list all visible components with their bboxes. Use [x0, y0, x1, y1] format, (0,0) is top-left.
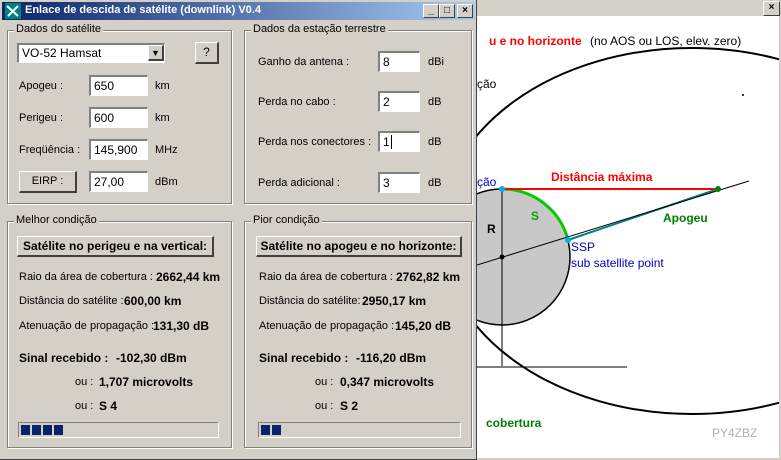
- radius-r-label: R: [487, 222, 496, 236]
- coverage-label: cobertura: [486, 416, 542, 430]
- diagram-heading-black: (no AOS ou LOS, elev. zero): [590, 34, 741, 48]
- best-condition-button[interactable]: Satélite no perigeu e na vertical:: [17, 236, 214, 257]
- gain-label: Ganho da antena :: [258, 56, 350, 68]
- cable-loss-label: Perda no cabo :: [258, 96, 336, 108]
- apogee-label: Apogeu :: [19, 80, 64, 92]
- help-button[interactable]: ?: [195, 42, 219, 64]
- main-window: Enlace de descida de satélite (downlink)…: [0, 0, 477, 460]
- worst-or1-label: ou :: [315, 376, 334, 388]
- worst-microvolts-value: 0,347 microvolts: [340, 375, 435, 389]
- diagram-heading-red: u e no horizonte: [489, 34, 582, 48]
- satellite-group-title: Dados do satélite: [14, 23, 103, 35]
- gain-input[interactable]: 8: [378, 51, 420, 72]
- earth-circle: [477, 188, 571, 326]
- extra-loss-unit: dB: [428, 177, 442, 189]
- s-meter-block: [54, 425, 63, 435]
- credit-label: PY4ZBZ: [712, 426, 757, 440]
- eirp-unit: dBm: [155, 176, 178, 188]
- apogee-label: Apogeu: [663, 211, 708, 225]
- gain-unit: dBi: [428, 56, 444, 68]
- diagram-partial-label-blue: ção: [477, 175, 497, 189]
- apogee-unit: km: [155, 80, 170, 92]
- extra-loss-label: Perda adicional :: [258, 177, 340, 189]
- cable-loss-input[interactable]: 2: [378, 91, 420, 112]
- connector-loss-input[interactable]: 1: [378, 131, 420, 152]
- diagram-partial-label: ção: [477, 77, 497, 91]
- orbit-diagram: u e no horizonte (no AOS ou LOS, elev. z…: [477, 16, 779, 458]
- frequency-label: Freqüência :: [19, 144, 81, 156]
- cable-loss-unit: dB: [428, 96, 442, 108]
- ssp-description: sub satellite point: [571, 256, 664, 270]
- max-distance-label: Distância máxima: [551, 170, 653, 184]
- eirp-button[interactable]: EIRP :: [19, 171, 77, 193]
- satellite-select-value: VO-52 Hamsat: [22, 46, 102, 60]
- best-s-meter-bar: [18, 422, 219, 438]
- best-radius-value: 2662,44 km: [156, 270, 221, 284]
- s-meter-block: [32, 425, 41, 435]
- satellite-dot: [715, 186, 721, 192]
- best-or1-label: ou :: [75, 376, 94, 388]
- best-group-title: Melhor condição: [14, 214, 99, 226]
- worst-or2-label: ou :: [315, 400, 334, 412]
- apogee-input[interactable]: 650: [89, 75, 148, 96]
- best-distance-label: Distância do satélite :: [19, 295, 124, 307]
- close-button[interactable]: ×: [457, 4, 473, 18]
- perigee-unit: km: [155, 112, 170, 124]
- minimize-button[interactable]: _: [423, 4, 439, 18]
- worst-signal-label: Sinal recebido :: [259, 351, 349, 365]
- satellite-app-icon: [5, 3, 21, 19]
- satellite-select[interactable]: VO-52 Hamsat ▼: [17, 43, 165, 63]
- worst-group-title: Pior condição: [251, 214, 322, 226]
- ssp-label: SSP: [571, 240, 595, 254]
- frequency-unit: MHz: [155, 144, 178, 156]
- perigee-input[interactable]: 600: [89, 107, 148, 128]
- worst-distance-label: Distância do satélite:: [259, 295, 361, 307]
- earth-center-dot: [499, 254, 505, 260]
- station-group-title: Dados da estação terrestre: [251, 23, 388, 35]
- arc-s-label: S: [531, 209, 539, 223]
- worst-attenuation-label: Atenuação de propagação :: [259, 320, 395, 332]
- connector-loss-label: Perda nos conectores :: [258, 136, 372, 148]
- connector-loss-value: 1: [383, 135, 390, 149]
- worst-attenuation-value: 145,20 dB: [395, 319, 452, 333]
- chevron-down-icon[interactable]: ▼: [148, 45, 164, 61]
- worst-distance-value: 2950,17 km: [362, 294, 427, 308]
- text-caret: [390, 135, 392, 149]
- best-or2-label: ou :: [75, 400, 94, 412]
- s-meter-block: [21, 425, 30, 435]
- s-meter-block: [272, 425, 281, 435]
- stray-dot: [742, 94, 744, 96]
- best-attenuation-value: 131,30 dB: [153, 319, 210, 333]
- best-distance-value: 600,00 km: [124, 294, 182, 308]
- worst-s-meter-value: S 2: [340, 399, 359, 413]
- background-titlebar: [477, 0, 781, 16]
- best-radius-label: Raio da área de cobertura :: [19, 271, 153, 283]
- background-close-button[interactable]: ×: [763, 1, 780, 16]
- best-microvolts-value: 1,707 microvolts: [99, 375, 194, 389]
- maximize-button[interactable]: □: [439, 4, 455, 18]
- worst-signal-value: -116,20 dBm: [356, 351, 427, 365]
- worst-radius-value: 2762,82 km: [396, 270, 461, 284]
- frequency-input[interactable]: 145,900: [89, 139, 148, 160]
- orbit-diagram-svg: u e no horizonte (no AOS ou LOS, elev. z…: [477, 34, 779, 440]
- worst-radius-label: Raio da área de cobertura :: [259, 271, 393, 283]
- best-signal-label: Sinal recebido :: [19, 351, 109, 365]
- window-title: Enlace de descida de satélite (downlink)…: [25, 4, 261, 16]
- s-meter-block: [43, 425, 52, 435]
- eirp-input[interactable]: 27,00: [89, 171, 148, 192]
- best-signal-value: -102,30 dBm: [116, 351, 187, 365]
- station-dot: [499, 186, 505, 192]
- best-attenuation-label: Atenuação de propagação :: [19, 320, 155, 332]
- worst-condition-button[interactable]: Satélite no apogeu e no horizonte:: [256, 236, 462, 257]
- best-s-meter-value: S 4: [99, 399, 118, 413]
- worst-s-meter-bar: [258, 422, 461, 438]
- s-meter-block: [261, 425, 270, 435]
- connector-loss-unit: dB: [428, 136, 442, 148]
- perigee-label: Perigeu :: [19, 112, 64, 124]
- extra-loss-input[interactable]: 3: [378, 172, 420, 193]
- title-bar[interactable]: Enlace de descida de satélite (downlink)…: [2, 2, 475, 20]
